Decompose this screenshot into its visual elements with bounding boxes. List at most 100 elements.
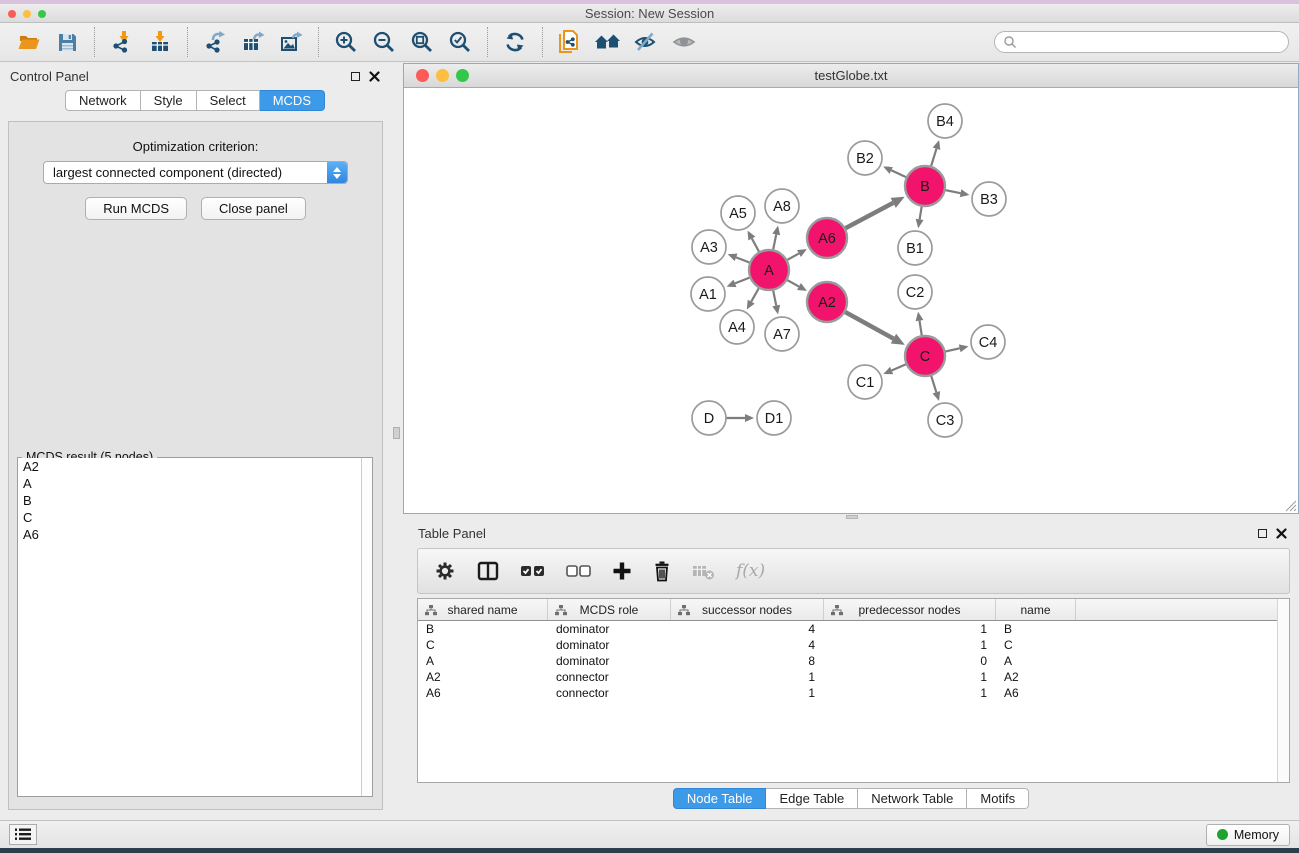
float-table-panel-icon[interactable] [1258, 529, 1267, 538]
zoom-fit-button[interactable] [403, 25, 441, 59]
delete-column-button[interactable] [652, 560, 672, 582]
node-B3[interactable]: B3 [972, 182, 1006, 216]
table-cell: 1 [824, 622, 996, 636]
node-A[interactable]: A [749, 250, 789, 290]
select-all-columns-button[interactable] [520, 563, 546, 579]
table-tab-node-table[interactable]: Node Table [673, 788, 767, 809]
zoom-out-button[interactable] [365, 25, 403, 59]
delete-table-button[interactable] [692, 561, 716, 581]
network-window-title: testGlobe.txt [815, 68, 888, 83]
column-header-name[interactable]: name [996, 599, 1076, 620]
column-header-MCDS-role[interactable]: MCDS role [548, 599, 671, 620]
tab-select[interactable]: Select [197, 90, 260, 111]
table-row[interactable]: A6connector11A6 [418, 685, 1289, 701]
create-column-button[interactable] [612, 561, 632, 581]
minimize-window-button[interactable] [23, 10, 31, 18]
new-network-button[interactable] [551, 25, 589, 59]
node-A2[interactable]: A2 [807, 282, 847, 322]
column-header-shared-name[interactable]: shared name [418, 599, 548, 620]
node-label: B3 [980, 192, 998, 208]
node-B2[interactable]: B2 [848, 141, 882, 175]
node-B[interactable]: B [905, 166, 945, 206]
search-input[interactable] [1017, 35, 1288, 49]
node-C2[interactable]: C2 [898, 275, 932, 309]
optimization-criterion-dropdown[interactable]: largest connected component (directed) [43, 161, 348, 184]
refresh-button[interactable] [496, 25, 534, 59]
run-mcds-button[interactable]: Run MCDS [85, 197, 187, 220]
node-C1[interactable]: C1 [848, 365, 882, 399]
node-C4[interactable]: C4 [971, 325, 1005, 359]
table-row[interactable]: Bdominator41B [418, 621, 1289, 637]
vertical-splitter[interactable] [390, 62, 403, 820]
open-session-button[interactable] [10, 25, 48, 59]
node-C[interactable]: C [905, 336, 945, 376]
node-A8[interactable]: A8 [765, 189, 799, 223]
splitter-grip[interactable] [846, 515, 858, 519]
hide-graphics-details-button[interactable] [627, 25, 665, 59]
close-panel-icon[interactable] [369, 71, 380, 82]
show-eye-button[interactable] [665, 25, 703, 59]
trash-icon [652, 560, 672, 582]
table-settings-button[interactable] [434, 560, 456, 582]
result-list-scrollbar[interactable] [361, 458, 372, 796]
search-field[interactable] [994, 31, 1289, 53]
task-history-button[interactable] [9, 824, 37, 845]
node-A6[interactable]: A6 [807, 218, 847, 258]
table-tab-edge-table[interactable]: Edge Table [766, 788, 858, 809]
table-row[interactable]: A2connector11A2 [418, 669, 1289, 685]
network-minimize-button[interactable] [436, 69, 449, 82]
table-tab-motifs[interactable]: Motifs [967, 788, 1029, 809]
network-maximize-button[interactable] [456, 69, 469, 82]
table-tab-network-table[interactable]: Network Table [858, 788, 967, 809]
column-selector-button[interactable] [476, 560, 500, 582]
mcds-result-item[interactable]: A6 [18, 526, 372, 543]
network-close-button[interactable] [416, 69, 429, 82]
node-D1[interactable]: D1 [757, 401, 791, 435]
node-B1[interactable]: B1 [898, 231, 932, 265]
table-scrollbar[interactable] [1277, 599, 1289, 782]
deselect-all-columns-button[interactable] [566, 563, 592, 579]
mcds-result-list[interactable]: A2ABCA6 [18, 458, 372, 796]
network-graph[interactable]: B4 B2 B B3 A5 A8A6 A3 B1 A C2 A1 A2 A4 A7 C4 C C1 D D1 C3 [404, 89, 1298, 513]
mcds-result-item[interactable]: C [18, 509, 372, 526]
mcds-result-item[interactable]: A2 [18, 458, 372, 475]
node-D[interactable]: D [692, 401, 726, 435]
mcds-result-item[interactable]: B [18, 492, 372, 509]
node-A4[interactable]: A4 [720, 310, 754, 344]
table-row[interactable]: Cdominator41C [418, 637, 1289, 653]
network-canvas[interactable]: B4 B2 B B3 A5 A8A6 A3 B1 A C2 A1 A2 A4 A7 C4 C C1 D D1 C3 [404, 89, 1298, 513]
node-A1[interactable]: A1 [691, 277, 725, 311]
node-label: D [704, 411, 714, 427]
memory-button[interactable]: Memory [1206, 824, 1290, 846]
node-C3[interactable]: C3 [928, 403, 962, 437]
tab-mcds[interactable]: MCDS [260, 90, 325, 111]
close-panel-button[interactable]: Close panel [201, 197, 306, 220]
save-session-button[interactable] [48, 25, 86, 59]
zoom-window-button[interactable] [38, 10, 46, 18]
close-window-button[interactable] [8, 10, 16, 18]
node-A5[interactable]: A5 [721, 196, 755, 230]
export-network-button[interactable] [196, 25, 234, 59]
home-button[interactable] [589, 25, 627, 59]
mcds-result-item[interactable]: A [18, 475, 372, 492]
export-table-button[interactable] [234, 25, 272, 59]
node-A7[interactable]: A7 [765, 317, 799, 351]
table-row[interactable]: Adominator80A [418, 653, 1289, 669]
tab-network[interactable]: Network [65, 90, 141, 111]
import-table-from-file-button[interactable] [141, 25, 179, 59]
close-table-panel-icon[interactable] [1276, 528, 1287, 539]
export-image-button[interactable] [272, 25, 310, 59]
resize-grip-icon[interactable] [1284, 499, 1297, 512]
zoom-selected-button[interactable] [441, 25, 479, 59]
function-builder-button[interactable]: f(x) [736, 561, 765, 581]
table-cell: 1 [671, 670, 824, 684]
column-header-predecessor-nodes[interactable]: predecessor nodes [824, 599, 996, 620]
zoom-in-button[interactable] [327, 25, 365, 59]
tab-style[interactable]: Style [141, 90, 197, 111]
splitter-grip[interactable] [393, 427, 400, 439]
node-A3[interactable]: A3 [692, 230, 726, 264]
column-header-successor-nodes[interactable]: successor nodes [671, 599, 824, 620]
node-B4[interactable]: B4 [928, 104, 962, 138]
import-network-from-file-button[interactable] [103, 25, 141, 59]
float-panel-icon[interactable] [351, 72, 360, 81]
